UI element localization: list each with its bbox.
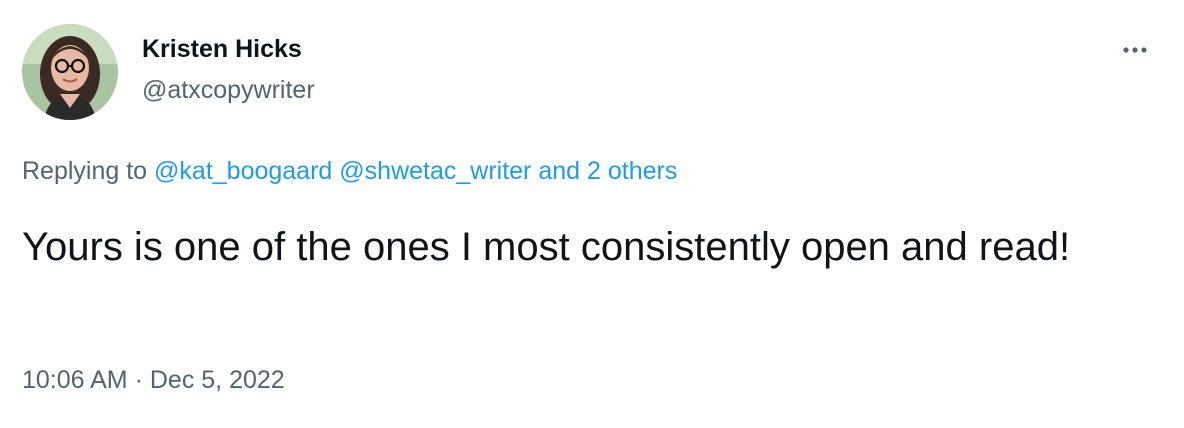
others-link[interactable]: and 2 others <box>538 157 677 185</box>
mention-link[interactable]: @kat_boogaard <box>154 157 332 185</box>
timestamp-separator: · <box>134 366 143 394</box>
timestamp-time[interactable]: 10:06 AM <box>22 366 128 394</box>
timestamp-date[interactable]: Dec 5, 2022 <box>150 366 285 394</box>
tweet-timestamp: 10:06 AM · Dec 5, 2022 <box>22 366 285 395</box>
replying-label: Replying to <box>22 157 148 185</box>
reply-context: Replying to @kat_boogaard @shwetac_write… <box>22 157 677 186</box>
author-name[interactable]: Kristen Hicks <box>142 35 302 64</box>
more-options-icon[interactable] <box>1118 38 1152 62</box>
avatar[interactable] <box>22 24 118 120</box>
mention-link[interactable]: @shwetac_writer <box>339 157 531 185</box>
author-handle[interactable]: @atxcopywriter <box>142 76 315 105</box>
avatar-photo <box>22 24 118 120</box>
tweet-text: Yours is one of the ones I most consiste… <box>22 225 1071 269</box>
tweet-card: Kristen Hicks @atxcopywriter Replying to… <box>0 0 1184 428</box>
